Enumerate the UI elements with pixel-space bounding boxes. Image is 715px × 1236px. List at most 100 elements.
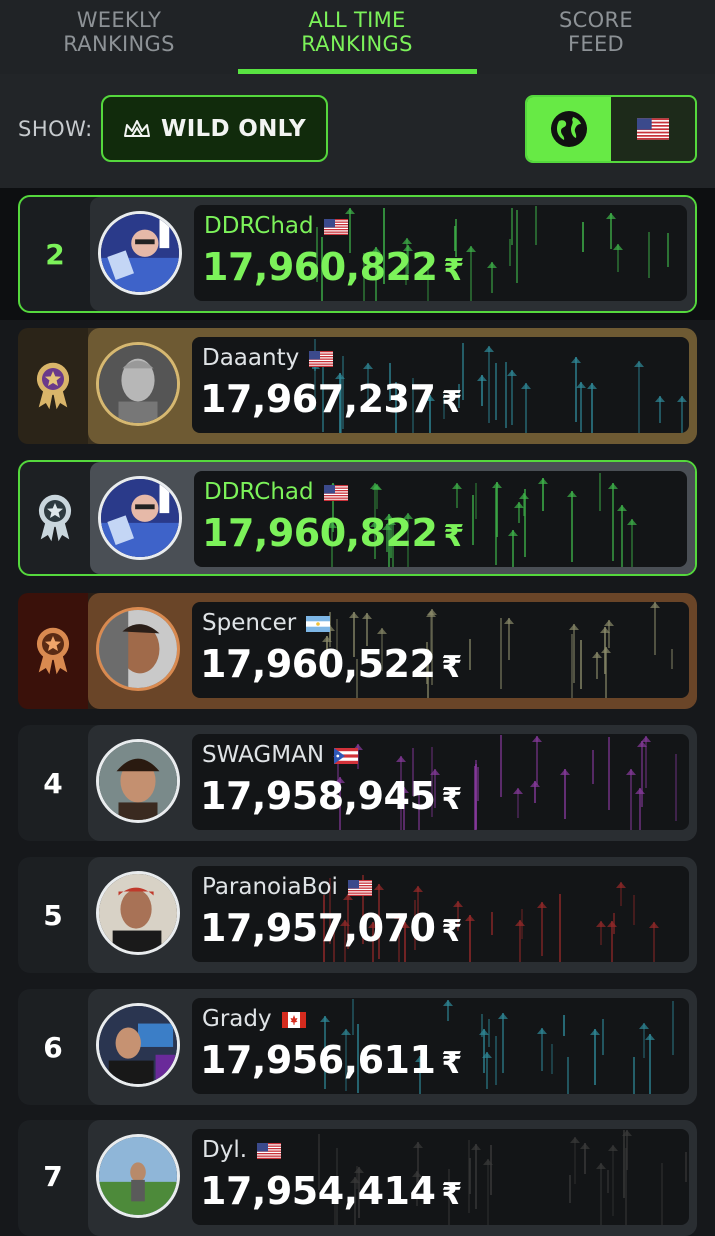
player-name-text: Spencer [202,610,297,636]
tab-all-time-line1: ALL TIME [308,8,406,32]
silver-medal-icon [37,493,73,543]
us-flag-icon [324,219,348,235]
player-score: 17,960,522 ₹ [200,642,462,686]
bronze-medal-icon [35,626,71,676]
currency-symbol: ₹ [441,650,462,685]
player-score-value: 17,957,070 [200,906,436,950]
player-name: Daaanty [202,345,333,371]
rank-cell [18,593,88,709]
leaderboard-row-current-user[interactable]: DDRChad 17,960,822 ₹ [18,460,697,576]
ranking-tabs: WEEKLY RANKINGS ALL TIME RANKINGS SCORE … [0,0,715,74]
score-panel: Grady 17,956,611 ₹ [192,998,689,1094]
currency-symbol: ₹ [443,253,464,288]
rank-number: 7 [43,1159,63,1193]
rank-cell [18,328,88,444]
crown-icon [124,119,151,137]
player-score-value: 17,960,822 [202,245,438,289]
player-name-text: ParanoiaBoi [202,874,338,900]
tab-score-feed-line1: SCORE [559,8,633,32]
tab-all-time-line2: RANKINGS [301,32,413,56]
player-name: ParanoiaBoi [202,874,372,900]
leaderboard-row[interactable]: 6 Grady 17,956,611 ₹ [18,989,697,1105]
us-option[interactable] [611,97,695,161]
avatar [96,607,180,691]
gold-medal-icon [35,361,71,411]
tab-weekly-line1: WEEKLY [76,8,162,32]
leaderboard-row[interactable]: 4 SWAGMAN 17,958,945 ₹ [18,725,697,841]
player-score-value: 17,956,611 [200,1038,436,1082]
currency-symbol: ₹ [441,1177,462,1212]
score-panel: Daaanty 17,967,237 ₹ [192,337,689,433]
leaderboard-row[interactable]: 5 ParanoiaBoi 17,957,070 ₹ [18,857,697,973]
currency-symbol: ₹ [441,914,462,949]
avatar [96,1003,180,1087]
argentina-flag-icon [306,616,330,632]
us-flag-icon [637,118,669,140]
canada-flag-icon [282,1012,306,1028]
avatar [98,476,182,560]
score-panel: Dyl. 17,954,414 ₹ [192,1129,689,1225]
avatar [96,342,180,426]
rank-number: 6 [43,1030,63,1064]
currency-symbol: ₹ [441,385,462,420]
score-panel: ParanoiaBoi 17,957,070 ₹ [192,866,689,962]
player-score: 17,957,070 ₹ [200,906,462,950]
player-score-value: 17,958,945 [200,774,436,818]
global-option[interactable] [527,97,611,161]
avatar [96,739,180,823]
avatar [96,871,180,955]
wild-only-button[interactable]: WILD ONLY [101,95,328,162]
player-score: 17,954,414 ₹ [200,1169,462,1213]
tab-all-time-rankings[interactable]: ALL TIME RANKINGS [238,8,476,56]
us-flag-icon [348,880,372,896]
rank-number: 2 [45,237,65,271]
us-flag-icon [257,1143,281,1159]
player-name: Dyl. [202,1137,281,1163]
player-score: 17,967,237 ₹ [200,377,462,421]
currency-symbol: ₹ [443,519,464,554]
player-name-text: DDRChad [204,213,314,239]
score-panel: DDRChad 17,960,822 ₹ [194,205,687,301]
score-panel: SWAGMAN 17,958,945 ₹ [192,734,689,830]
player-name-text: DDRChad [204,479,314,505]
player-name: SWAGMAN [202,742,358,768]
us-flag-icon [309,351,333,367]
player-name-text: Daaanty [202,345,300,371]
player-name-text: SWAGMAN [202,742,325,768]
currency-symbol: ₹ [441,1046,462,1081]
score-panel: DDRChad 17,960,822 ₹ [194,471,687,567]
player-score: 17,960,822 ₹ [202,511,464,555]
player-name: Spencer [202,610,330,636]
player-name-text: Grady [202,1006,272,1032]
player-score-value: 17,960,522 [200,642,436,686]
player-name: DDRChad [204,213,348,239]
show-label: SHOW: [18,117,93,141]
leaderboard-row[interactable]: 7 Dyl. 17,954,414 ₹ [18,1120,697,1236]
player-score-value: 17,954,414 [200,1169,436,1213]
avatar [98,211,182,295]
pinned-user-row[interactable]: 2 DDRChad 17,960,822 ₹ [18,195,697,313]
rank-number: 5 [43,898,63,932]
leaderboard-row[interactable]: Daaanty 17,967,237 ₹ [18,328,697,444]
tab-weekly-rankings[interactable]: WEEKLY RANKINGS [0,8,238,56]
rank-number: 4 [43,766,63,800]
player-name-text: Dyl. [202,1137,248,1163]
puerto-rico-flag-icon [334,748,358,764]
currency-symbol: ₹ [441,782,462,817]
rank-cell [20,462,90,574]
leaderboard-row[interactable]: Spencer 17,960,522 ₹ [18,593,697,709]
player-score-value: 17,960,822 [202,511,438,555]
avatar [96,1134,180,1218]
player-score: 17,958,945 ₹ [200,774,462,818]
wild-only-label: WILD ONLY [161,115,306,142]
tab-score-feed-line2: FEED [568,32,624,56]
player-score: 17,960,822 ₹ [202,245,464,289]
player-score-value: 17,967,237 [200,377,436,421]
player-name: DDRChad [204,479,348,505]
score-panel: Spencer 17,960,522 ₹ [192,602,689,698]
player-name: Grady [202,1006,306,1032]
player-score: 17,956,611 ₹ [200,1038,462,1082]
tab-score-feed[interactable]: SCORE FEED [477,8,715,56]
globe-icon [551,111,587,147]
region-toggle [525,95,697,163]
